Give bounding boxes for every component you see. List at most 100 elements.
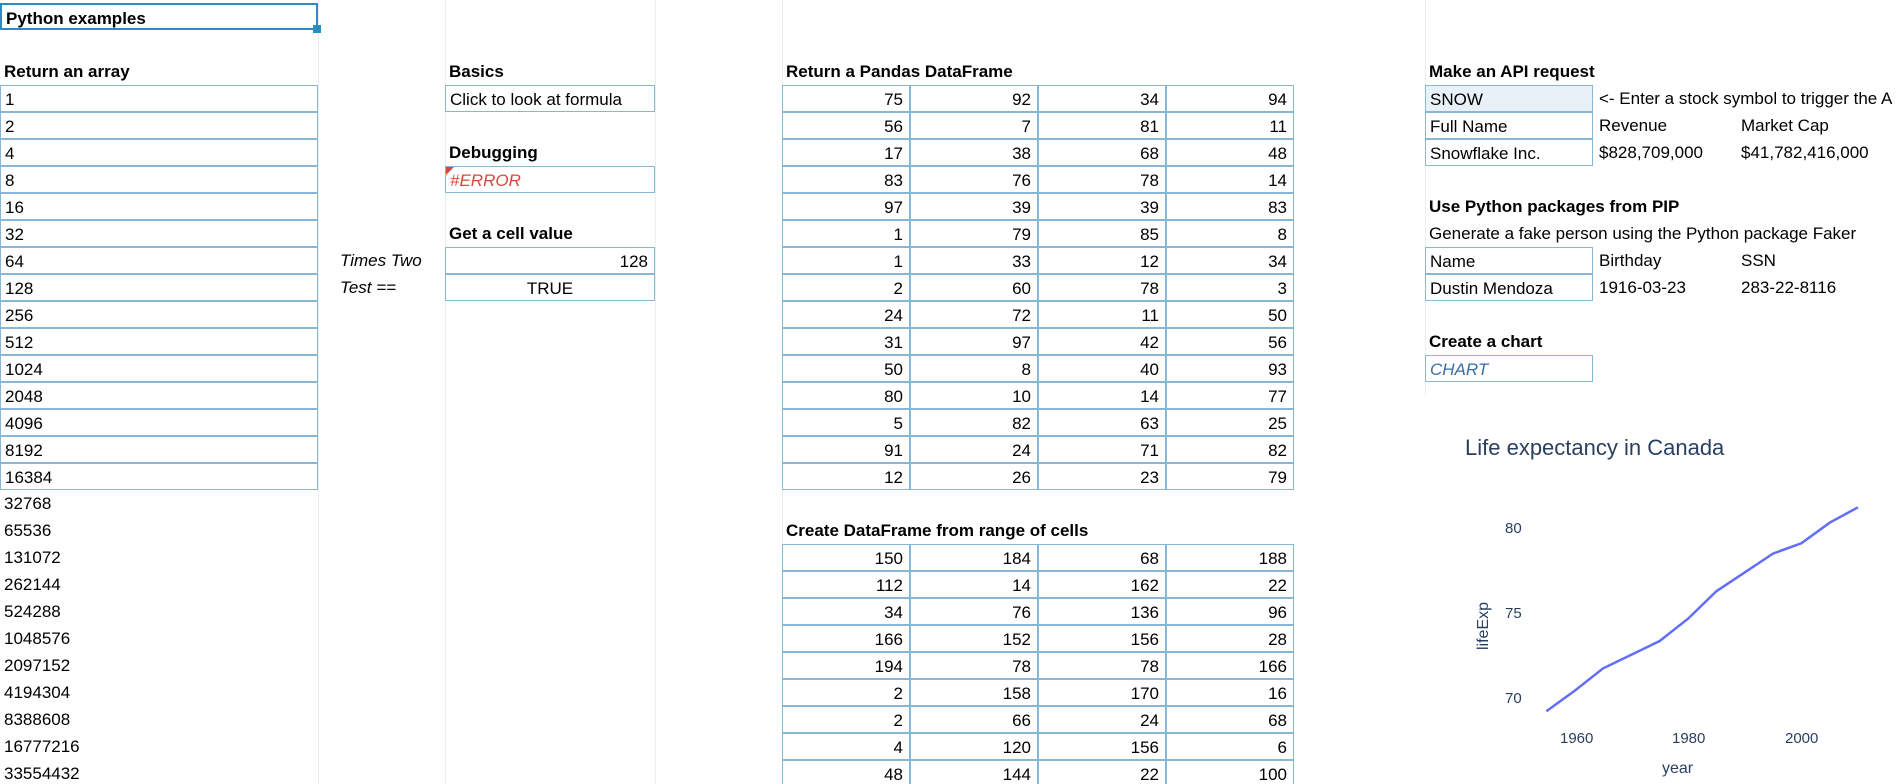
df-cell[interactable]: 136 bbox=[1038, 598, 1166, 625]
cell-pip-col-0[interactable]: Name bbox=[1425, 247, 1593, 274]
df-cell[interactable]: 42 bbox=[1038, 328, 1166, 355]
df-cell[interactable]: 7 bbox=[910, 112, 1038, 139]
df-cell[interactable]: 68 bbox=[1038, 544, 1166, 571]
array-cell[interactable]: 32 bbox=[0, 220, 318, 247]
df-cell[interactable]: 56 bbox=[782, 112, 910, 139]
df-cell[interactable]: 75 bbox=[782, 85, 910, 112]
cell-api-val-0[interactable]: Snowflake Inc. bbox=[1425, 139, 1593, 166]
spreadsheet-sheet[interactable]: Python examples Return an array 12481632… bbox=[0, 0, 1900, 784]
df-cell[interactable]: 14 bbox=[910, 571, 1038, 598]
df-cell[interactable]: 25 bbox=[1166, 409, 1294, 436]
df-cell[interactable]: 77 bbox=[1166, 382, 1294, 409]
cell-pip-col-1[interactable]: Birthday bbox=[1595, 247, 1735, 274]
df-cell[interactable]: 156 bbox=[1038, 733, 1166, 760]
df-cell[interactable]: 166 bbox=[782, 625, 910, 652]
df-cell[interactable]: 78 bbox=[1038, 274, 1166, 301]
df-cell[interactable]: 6 bbox=[1166, 733, 1294, 760]
cell-api-val-2[interactable]: $41,782,416,000 bbox=[1737, 139, 1900, 166]
df-cell[interactable]: 83 bbox=[782, 166, 910, 193]
df-cell[interactable]: 158 bbox=[910, 679, 1038, 706]
header-debugging[interactable]: Debugging bbox=[445, 139, 655, 166]
df-cell[interactable]: 26 bbox=[910, 463, 1038, 490]
df-cell[interactable]: 34 bbox=[1166, 247, 1294, 274]
df-cell[interactable]: 48 bbox=[1166, 139, 1294, 166]
df-cell[interactable]: 34 bbox=[1038, 85, 1166, 112]
array-cell[interactable]: 8388608 bbox=[0, 706, 318, 733]
df-cell[interactable]: 11 bbox=[1166, 112, 1294, 139]
array-cell[interactable]: 16384 bbox=[0, 463, 318, 490]
array-cell[interactable]: 1024 bbox=[0, 355, 318, 382]
df-cell[interactable]: 156 bbox=[1038, 625, 1166, 652]
df-cell[interactable]: 11 bbox=[1038, 301, 1166, 328]
df-cell[interactable]: 81 bbox=[1038, 112, 1166, 139]
df-cell[interactable]: 71 bbox=[1038, 436, 1166, 463]
df-cell[interactable]: 17 bbox=[782, 139, 910, 166]
array-cell[interactable]: 32768 bbox=[0, 490, 318, 517]
df-cell[interactable]: 31 bbox=[782, 328, 910, 355]
df-cell[interactable]: 78 bbox=[1038, 166, 1166, 193]
df-cell[interactable]: 150 bbox=[782, 544, 910, 571]
array-cell[interactable]: 2097152 bbox=[0, 652, 318, 679]
df-cell[interactable]: 4 bbox=[782, 733, 910, 760]
array-cell[interactable]: 1048576 bbox=[0, 625, 318, 652]
df-cell[interactable]: 85 bbox=[1038, 220, 1166, 247]
header-get-cell[interactable]: Get a cell value bbox=[445, 220, 655, 247]
df-cell[interactable]: 194 bbox=[782, 652, 910, 679]
df-cell[interactable]: 24 bbox=[910, 436, 1038, 463]
array-cell[interactable]: 16777216 bbox=[0, 733, 318, 760]
array-cell[interactable]: 262144 bbox=[0, 571, 318, 598]
df-cell[interactable]: 22 bbox=[1038, 760, 1166, 784]
array-cell[interactable]: 256 bbox=[0, 301, 318, 328]
cell-pip-val-2[interactable]: 283-22-8116 bbox=[1737, 274, 1897, 301]
df-cell[interactable]: 79 bbox=[910, 220, 1038, 247]
df-cell[interactable]: 8 bbox=[1166, 220, 1294, 247]
df-cell[interactable]: 63 bbox=[1038, 409, 1166, 436]
array-cell[interactable]: 512 bbox=[0, 328, 318, 355]
array-cell[interactable]: 16 bbox=[0, 193, 318, 220]
header-pip[interactable]: Use Python packages from PIP bbox=[1425, 193, 1825, 220]
cell-error[interactable]: #ERROR bbox=[445, 166, 655, 193]
array-cell[interactable]: 2048 bbox=[0, 382, 318, 409]
df-cell[interactable]: 80 bbox=[782, 382, 910, 409]
cell-basics-formula[interactable]: Click to look at formula bbox=[445, 85, 655, 112]
array-cell[interactable]: 4096 bbox=[0, 409, 318, 436]
df-cell[interactable]: 162 bbox=[1038, 571, 1166, 598]
cell-api-col-2[interactable]: Market Cap bbox=[1737, 112, 1897, 139]
array-cell[interactable]: 4 bbox=[0, 139, 318, 166]
df-cell[interactable]: 60 bbox=[910, 274, 1038, 301]
array-cell[interactable]: 128 bbox=[0, 274, 318, 301]
array-cell[interactable]: 524288 bbox=[0, 598, 318, 625]
header-dataframe-range[interactable]: Create DataFrame from range of cells bbox=[782, 517, 1242, 544]
df-cell[interactable]: 96 bbox=[1166, 598, 1294, 625]
df-cell[interactable]: 82 bbox=[910, 409, 1038, 436]
df-cell[interactable]: 3 bbox=[1166, 274, 1294, 301]
cell-pip-col-2[interactable]: SSN bbox=[1737, 247, 1897, 274]
df-cell[interactable]: 16 bbox=[1166, 679, 1294, 706]
df-cell[interactable]: 33 bbox=[910, 247, 1038, 274]
df-cell[interactable]: 24 bbox=[1038, 706, 1166, 733]
array-cell[interactable]: 8 bbox=[0, 166, 318, 193]
chart-life-expectancy[interactable]: Life expectancy in Canada 80 75 70 lifeE… bbox=[1425, 395, 1895, 784]
df-cell[interactable]: 78 bbox=[1038, 652, 1166, 679]
df-cell[interactable]: 184 bbox=[910, 544, 1038, 571]
cell-api-col-1[interactable]: Revenue bbox=[1595, 112, 1735, 139]
df-cell[interactable]: 92 bbox=[910, 85, 1038, 112]
df-cell[interactable]: 68 bbox=[1166, 706, 1294, 733]
df-cell[interactable]: 1 bbox=[782, 247, 910, 274]
cell-getcell-value[interactable]: 128 bbox=[445, 247, 655, 274]
df-cell[interactable]: 2 bbox=[782, 274, 910, 301]
df-cell[interactable]: 91 bbox=[782, 436, 910, 463]
header-dataframe[interactable]: Return a Pandas DataFrame bbox=[782, 58, 1202, 85]
cell-pip-val-1[interactable]: 1916-03-23 bbox=[1595, 274, 1735, 301]
df-cell[interactable]: 166 bbox=[1166, 652, 1294, 679]
df-cell[interactable]: 10 bbox=[910, 382, 1038, 409]
df-cell[interactable]: 5 bbox=[782, 409, 910, 436]
df-cell[interactable]: 120 bbox=[910, 733, 1038, 760]
array-cell[interactable]: 131072 bbox=[0, 544, 318, 571]
df-cell[interactable]: 78 bbox=[910, 652, 1038, 679]
array-cell[interactable]: 4194304 bbox=[0, 679, 318, 706]
df-cell[interactable]: 76 bbox=[910, 166, 1038, 193]
array-cell[interactable]: 1 bbox=[0, 85, 318, 112]
df-cell[interactable]: 2 bbox=[782, 679, 910, 706]
cell-getcell-true[interactable]: TRUE bbox=[445, 274, 655, 301]
